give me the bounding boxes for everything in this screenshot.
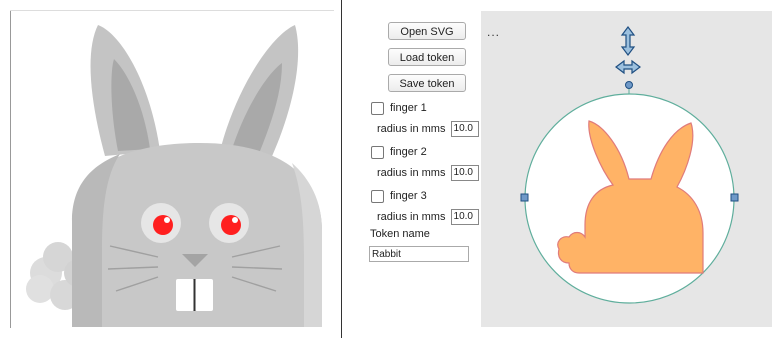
finger-1-radius-label: radius in mms xyxy=(377,123,446,135)
rotation-handle[interactable] xyxy=(625,81,633,89)
finger-2-checkbox[interactable] xyxy=(371,145,384,159)
finger-2-row: finger 2 xyxy=(371,144,427,160)
left-scale-handle xyxy=(520,193,529,202)
finger-2-radius-label: radius in mms xyxy=(377,167,446,179)
save-token-button[interactable]: Save token xyxy=(388,74,466,92)
rabbit-illustration xyxy=(26,25,322,327)
tooth-left xyxy=(176,279,194,311)
token-name-label: Token name xyxy=(370,228,430,240)
finger-1-label: finger 1 xyxy=(390,102,427,114)
left-eye-glint xyxy=(164,217,170,223)
finger-1-radius-input[interactable]: 10.0 xyxy=(450,121,479,138)
vertical-resize-arrow-icon[interactable] xyxy=(620,26,636,56)
finger-1-radius-row: radius in mms 10.0 xyxy=(377,121,479,138)
right-scale-handle xyxy=(730,193,739,202)
finger-3-label: finger 3 xyxy=(390,190,427,202)
token-name-input[interactable]: Rabbit xyxy=(369,246,469,262)
finger-2-label: finger 2 xyxy=(390,146,427,158)
finger-1-row: finger 1 xyxy=(371,100,427,116)
horizontal-resize-arrow-icon[interactable] xyxy=(615,59,641,75)
right-eye xyxy=(221,215,241,235)
left-eye xyxy=(153,215,173,235)
token-controls: Open SVG Load token Save token finger 1 … xyxy=(343,0,480,338)
finger-1-checkbox[interactable] xyxy=(371,101,384,115)
finger-3-row: finger 3 xyxy=(371,188,427,204)
right-eye-glint xyxy=(232,217,238,223)
token-editor-svg xyxy=(520,26,739,304)
svg-preview-panel xyxy=(0,0,342,338)
tail-puff-3 xyxy=(26,275,54,303)
finger-3-radius-row: radius in mms 10.0 xyxy=(377,209,479,226)
finger-3-checkbox[interactable] xyxy=(371,189,384,203)
tooth-right xyxy=(195,279,213,311)
finger-2-radius-row: radius in mms 10.0 xyxy=(377,165,479,182)
finger-2-radius-input[interactable]: 10.0 xyxy=(450,165,479,182)
finger-3-radius-input[interactable]: 10.0 xyxy=(450,209,479,226)
token-canvas[interactable]: ... xyxy=(481,11,772,327)
open-svg-button[interactable]: Open SVG xyxy=(388,22,466,40)
finger-3-radius-label: radius in mms xyxy=(377,211,446,223)
load-token-button[interactable]: Load token xyxy=(388,48,466,66)
